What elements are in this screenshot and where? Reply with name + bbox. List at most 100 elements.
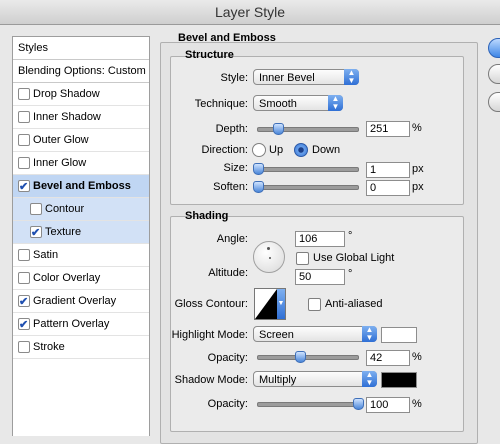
- style-item-drop-shadow[interactable]: Drop Shadow: [13, 83, 149, 106]
- style-item-checkbox[interactable]: [18, 157, 30, 169]
- style-item-inner-shadow[interactable]: Inner Shadow: [13, 106, 149, 129]
- style-item-checkbox[interactable]: [18, 88, 30, 100]
- depth-slider[interactable]: [257, 123, 359, 135]
- shading-title: Shading: [185, 210, 229, 222]
- altitude-field[interactable]: 50: [295, 269, 345, 285]
- gloss-contour-picker[interactable]: ▼: [254, 288, 286, 320]
- altitude-label: Altitude:: [208, 267, 248, 279]
- style-item-stroke[interactable]: Stroke: [13, 336, 149, 359]
- style-item-checkbox[interactable]: [18, 249, 30, 261]
- style-label: Style:: [220, 72, 248, 84]
- chevron-updown-icon: ▲ ▼: [344, 69, 359, 85]
- style-value: Inner Bevel: [259, 72, 315, 84]
- style-item-checkbox[interactable]: [18, 314, 30, 336]
- style-item-pattern-overlay[interactable]: Pattern Overlay: [13, 313, 149, 336]
- style-item-label: Stroke: [33, 341, 65, 353]
- new-style-button[interactable]: [488, 92, 500, 112]
- soften-unit: px: [412, 181, 424, 193]
- size-field[interactable]: 1: [366, 162, 410, 178]
- style-item-color-overlay[interactable]: Color Overlay: [13, 267, 149, 290]
- style-item-contour[interactable]: Contour: [13, 198, 149, 221]
- style-item-label: Inner Shadow: [33, 111, 101, 123]
- direction-down-label: Down: [312, 144, 341, 156]
- style-item-checkbox[interactable]: [18, 111, 30, 123]
- size-slider-thumb[interactable]: [253, 163, 264, 175]
- style-item-checkbox[interactable]: [18, 176, 30, 198]
- highlight-opacity-field[interactable]: 42: [366, 350, 410, 366]
- soften-label: Soften:: [213, 181, 248, 193]
- direction-label: Direction:: [201, 144, 248, 156]
- size-unit: px: [412, 163, 424, 175]
- highlight-color-swatch[interactable]: [381, 327, 417, 343]
- angle-unit: °: [348, 230, 353, 242]
- style-item-label: Pattern Overlay: [33, 318, 110, 330]
- style-item-checkbox[interactable]: [30, 222, 42, 244]
- antialiased-checkbox[interactable]: [308, 298, 321, 311]
- depth-slider-thumb[interactable]: [273, 123, 284, 135]
- style-item-inner-glow[interactable]: Inner Glow: [13, 152, 149, 175]
- highlight-opacity-thumb[interactable]: [295, 351, 306, 363]
- depth-field[interactable]: 251: [366, 121, 410, 137]
- antialiased-label: Anti-aliased: [325, 298, 383, 310]
- shadow-mode-select[interactable]: Multiply ▲ ▼: [253, 371, 377, 387]
- shadow-opacity-unit: %: [412, 398, 422, 410]
- style-item-bevel-and-emboss[interactable]: Bevel and Emboss: [13, 175, 149, 198]
- style-item-checkbox[interactable]: [30, 203, 42, 215]
- dial-center-icon: [269, 257, 271, 259]
- soften-field[interactable]: 0: [366, 180, 410, 196]
- shadow-opacity-slider[interactable]: [257, 398, 364, 410]
- style-item-label: Gradient Overlay: [33, 295, 117, 307]
- highlight-mode-select[interactable]: Screen ▲ ▼: [253, 326, 377, 342]
- technique-value: Smooth: [259, 98, 297, 110]
- highlight-opacity-label: Opacity:: [207, 352, 248, 364]
- styles-header[interactable]: Styles: [13, 37, 149, 60]
- style-item-label: Inner Glow: [33, 157, 87, 169]
- shadow-color-swatch[interactable]: [381, 372, 417, 388]
- global-light-checkbox[interactable]: [296, 252, 309, 265]
- highlight-opacity-slider[interactable]: [257, 351, 359, 363]
- soften-slider-thumb[interactable]: [253, 181, 264, 193]
- shadow-opacity-field[interactable]: 100: [366, 397, 410, 413]
- highlight-opacity-unit: %: [412, 351, 422, 363]
- direction-down-radio[interactable]: [294, 143, 308, 157]
- angle-field[interactable]: 106: [295, 231, 345, 247]
- ok-button[interactable]: [488, 38, 500, 58]
- style-item-satin[interactable]: Satin: [13, 244, 149, 267]
- global-light-label: Use Global Light: [313, 252, 395, 264]
- style-item-texture[interactable]: Texture: [13, 221, 149, 244]
- angle-dial[interactable]: [253, 241, 285, 273]
- style-item-outer-glow[interactable]: Outer Glow: [13, 129, 149, 152]
- chevron-down-icon: ▼: [277, 289, 285, 319]
- style-item-checkbox[interactable]: [18, 272, 30, 284]
- size-slider[interactable]: [253, 163, 359, 175]
- style-item-label: Outer Glow: [33, 134, 89, 146]
- style-item-checkbox[interactable]: [18, 291, 30, 313]
- style-select[interactable]: Inner Bevel ▲ ▼: [253, 69, 359, 85]
- soften-slider[interactable]: [253, 181, 359, 193]
- style-item-label: Satin: [33, 249, 59, 261]
- style-item-gradient-overlay[interactable]: Gradient Overlay: [13, 290, 149, 313]
- style-item-label: Drop Shadow: [33, 88, 100, 100]
- structure-title: Structure: [185, 49, 234, 61]
- style-item-checkbox[interactable]: [18, 341, 30, 353]
- direction-up-radio[interactable]: [252, 143, 266, 157]
- depth-label: Depth:: [215, 123, 248, 135]
- size-label: Size:: [223, 162, 248, 174]
- shadow-mode-label: Shadow Mode:: [174, 374, 248, 386]
- light-direction-dot: [267, 247, 270, 250]
- direction-up-label: Up: [269, 144, 284, 156]
- chevron-updown-icon: ▲ ▼: [362, 326, 377, 342]
- style-item-checkbox[interactable]: [18, 134, 30, 146]
- technique-select[interactable]: Smooth ▲ ▼: [253, 95, 343, 111]
- blending-options-item[interactable]: Blending Options: Custom: [13, 60, 149, 83]
- shadow-opacity-thumb[interactable]: [353, 398, 364, 410]
- style-item-label: Color Overlay: [33, 272, 101, 284]
- cancel-button[interactable]: [488, 64, 500, 84]
- highlight-mode-value: Screen: [259, 329, 294, 341]
- chevron-updown-icon: ▲ ▼: [328, 95, 343, 111]
- window-title: Layer Style: [0, 0, 500, 25]
- shadow-mode-value: Multiply: [259, 374, 297, 386]
- altitude-unit: °: [348, 268, 353, 280]
- contour-curve-icon: [255, 289, 277, 319]
- gloss-contour-label: Gloss Contour:: [174, 298, 248, 310]
